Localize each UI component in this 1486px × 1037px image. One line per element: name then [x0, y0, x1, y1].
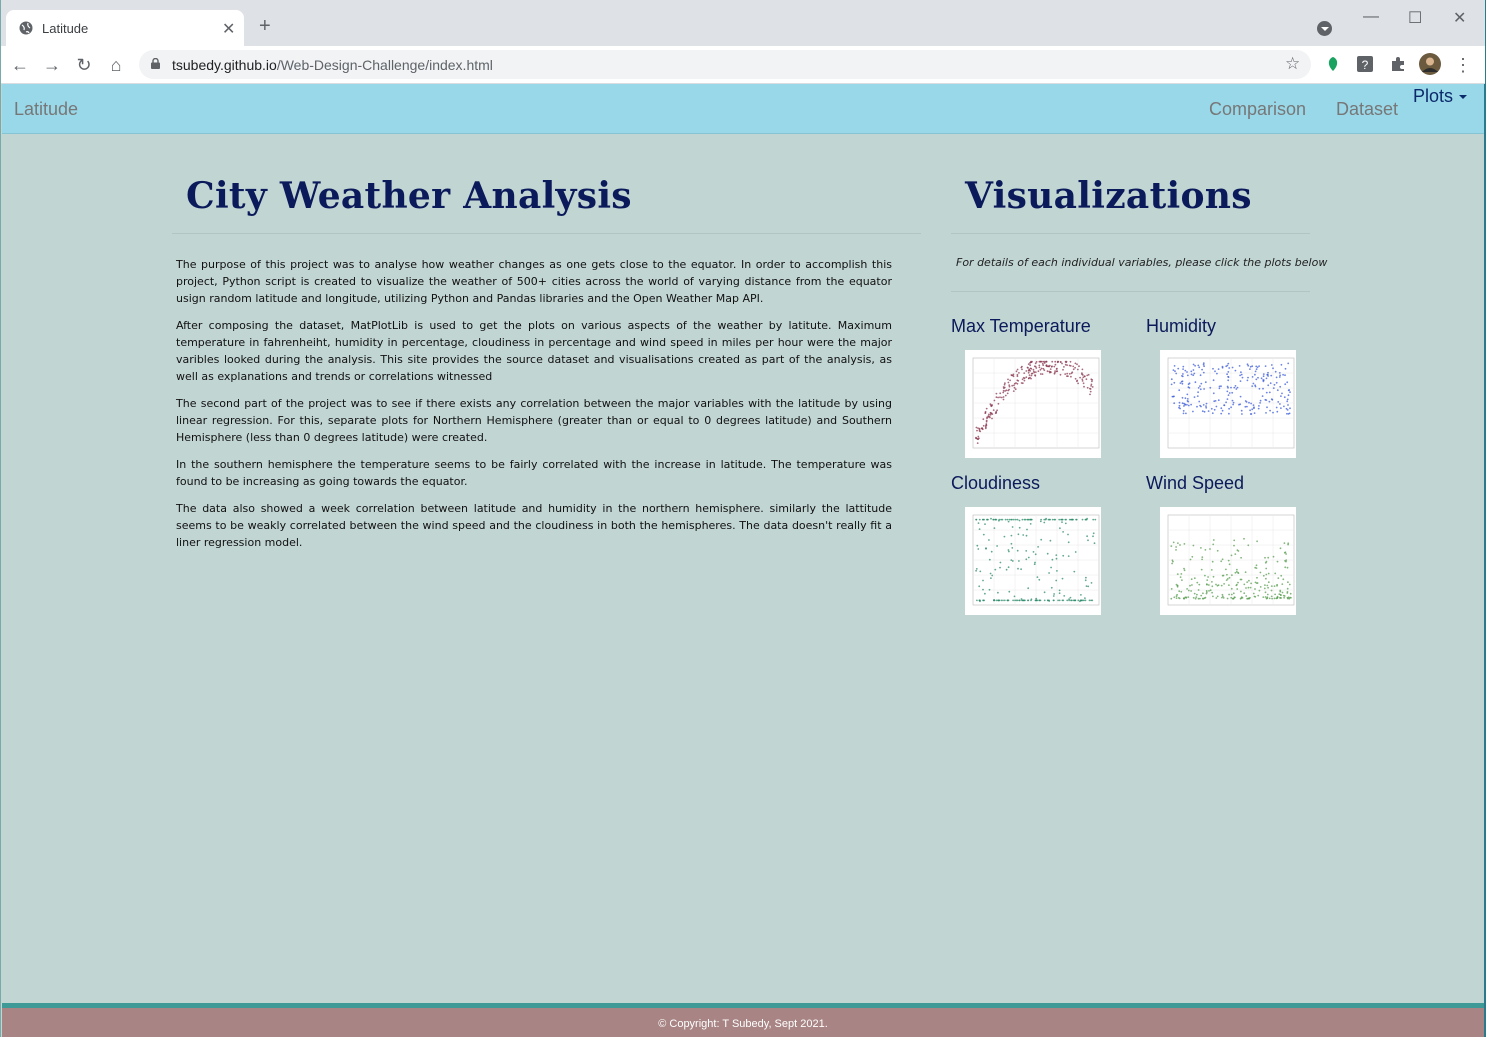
reload-icon[interactable]: ↻ [74, 55, 94, 75]
paragraph-correlation: The data also showed a week correlation … [176, 502, 892, 549]
menu-kebab-icon[interactable]: ⋮ [1453, 55, 1473, 75]
url-host: tsubedy.github.io [172, 57, 277, 73]
home-icon[interactable]: ⌂ [106, 55, 126, 75]
back-icon[interactable]: ← [10, 55, 30, 75]
forward-icon[interactable]: → [42, 55, 62, 75]
nav-dropdown-plots[interactable]: Plots [1413, 86, 1468, 107]
url-path: /Web-Design-Challenge/index.html [276, 57, 493, 73]
minimize-icon[interactable]: — [1363, 8, 1379, 26]
visualizations-divider [951, 233, 1310, 234]
footer: © Copyright: T Subedy, Sept 2021. [2, 1008, 1484, 1037]
paragraph-method: After composing the dataset, MatPlotLib … [176, 319, 892, 383]
lock-icon [151, 58, 160, 69]
url-text: tsubedy.github.io/Web-Design-Challenge/i… [172, 57, 493, 73]
browser-toolbar: ← → ↻ ⌂ tsubedy.github.io/Web-Design-Cha… [1, 46, 1485, 84]
plot-title-cloudiness: Cloudiness [951, 473, 1041, 493]
plot-thumbnail-wind-speed[interactable] [1160, 507, 1296, 615]
nav-dropdown-label: Plots [1413, 86, 1454, 106]
window-close-icon[interactable]: ✕ [1453, 8, 1466, 28]
paragraph-southern: In the southern hemisphere the temperatu… [176, 458, 892, 488]
footer-copyright: © Copyright: T Subedy, Sept 2021. [658, 1018, 828, 1030]
plot-thumbnail-cloudiness[interactable] [965, 507, 1101, 615]
browser-tab[interactable]: Latitude ✕ [6, 10, 244, 46]
tab-title: Latitude [42, 21, 89, 36]
extensions-puzzle-icon[interactable] [1389, 55, 1407, 73]
navbar-brand[interactable]: Latitude [14, 99, 78, 120]
globe-icon [19, 21, 33, 35]
caret-down-icon [1459, 95, 1468, 100]
bookmark-star-icon[interactable]: ☆ [1285, 54, 1300, 74]
visualizations-note: For details of each individual variables… [956, 256, 1328, 269]
scatter-plot-wind-speed [1167, 514, 1295, 606]
tab-strip: Latitude ✕ + — ☐ ✕ [1, 0, 1485, 46]
page-title: City Weather Analysis [186, 175, 632, 217]
extension-help-icon[interactable]: ? [1356, 55, 1374, 73]
plot-title-max-temperature: Max Temperature [951, 316, 1091, 336]
paragraph-regression: The second part of the project was to se… [176, 397, 892, 444]
site-navbar: Latitude Comparison Dataset Plots [2, 84, 1484, 134]
scatter-plot-cloudiness [972, 514, 1100, 606]
note-divider [951, 291, 1310, 292]
new-tab-icon[interactable]: + [259, 16, 271, 36]
paragraph-purpose: The purpose of this project was to analy… [176, 258, 892, 305]
profile-avatar-icon[interactable] [1419, 53, 1441, 75]
plot-thumbnail-humidity[interactable] [1160, 350, 1296, 458]
plot-title-wind-speed: Wind Speed [1146, 473, 1245, 493]
nav-link-comparison[interactable]: Comparison [1209, 99, 1306, 120]
page-content: City Weather Analysis The purpose of thi… [2, 135, 1484, 1003]
plot-thumbnail-max-temperature[interactable] [965, 350, 1101, 458]
browser-window: Latitude ✕ + — ☐ ✕ ← → ↻ ⌂ tsubedy.githu… [0, 0, 1485, 1037]
scatter-plot-max-temperature [972, 357, 1100, 449]
title-divider [172, 233, 921, 234]
close-tab-icon[interactable]: ✕ [222, 19, 235, 39]
tab-search-icon[interactable] [1317, 21, 1332, 36]
address-bar[interactable]: tsubedy.github.io/Web-Design-Challenge/i… [139, 50, 1311, 79]
plot-title-humidity: Humidity [1146, 316, 1217, 336]
scatter-plot-humidity [1167, 357, 1295, 449]
nav-link-dataset[interactable]: Dataset [1336, 99, 1398, 120]
svg-text:?: ? [1362, 58, 1369, 72]
extension-leaf-icon[interactable] [1324, 55, 1342, 73]
maximize-icon[interactable]: ☐ [1408, 8, 1422, 28]
visualizations-title: Visualizations [965, 175, 1252, 217]
